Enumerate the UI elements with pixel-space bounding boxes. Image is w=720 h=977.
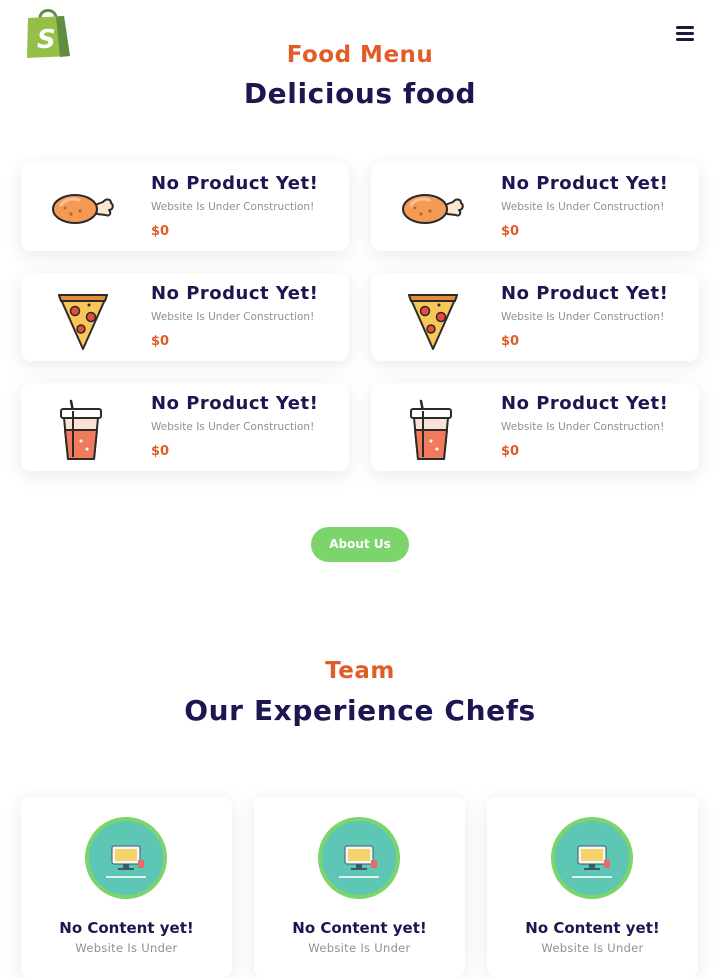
- food-card-name: No Product Yet!: [151, 173, 319, 194]
- food-card-price: $0: [501, 444, 520, 459]
- team-section-title: Our Experience Chefs: [184, 694, 536, 727]
- food-card-price: $0: [501, 224, 520, 239]
- food-card[interactable]: No Product Yet! Website Is Under Constru…: [21, 163, 349, 251]
- pizza-slice-icon: [401, 287, 465, 351]
- food-section-kicker: Food Menu: [286, 42, 434, 68]
- chef-name: No Content yet!: [525, 919, 660, 937]
- food-section-title: Delicious food: [243, 77, 477, 110]
- chef-name: No Content yet!: [59, 919, 194, 937]
- food-card-description: Website Is Under Construction!: [501, 201, 665, 213]
- drink-cup-icon: [51, 397, 115, 461]
- about-us-button[interactable]: About Us: [311, 527, 409, 562]
- drink-cup-icon: [401, 397, 465, 461]
- food-card-description: Website Is Under Construction!: [151, 311, 315, 323]
- food-card-price: $0: [151, 224, 170, 239]
- food-card-name: No Product Yet!: [501, 283, 669, 304]
- chef-card[interactable]: No Content yet! Website Is Under: [21, 797, 232, 977]
- team-section-kicker: Team: [325, 658, 395, 684]
- food-card-description: Website Is Under Construction!: [151, 421, 315, 433]
- food-card[interactable]: No Product Yet! Website Is Under Constru…: [371, 273, 699, 361]
- food-card-description: Website Is Under Construction!: [501, 421, 665, 433]
- chicken-leg-icon: [401, 177, 465, 241]
- food-card-price: $0: [151, 334, 170, 349]
- under-construction-avatar: [550, 816, 634, 900]
- under-construction-avatar: [84, 816, 168, 900]
- chef-description: Website Is Under: [75, 941, 178, 955]
- food-card-name: No Product Yet!: [501, 173, 669, 194]
- chef-description: Website Is Under: [308, 941, 411, 955]
- food-card-name: No Product Yet!: [501, 393, 669, 414]
- chef-name: No Content yet!: [292, 919, 427, 937]
- food-card[interactable]: No Product Yet! Website Is Under Constru…: [21, 273, 349, 361]
- chef-card[interactable]: No Content yet! Website Is Under: [487, 797, 698, 977]
- food-card-name: No Product Yet!: [151, 393, 319, 414]
- food-card[interactable]: No Product Yet! Website Is Under Constru…: [371, 383, 699, 471]
- food-card-description: Website Is Under Construction!: [501, 311, 665, 323]
- hamburger-menu-icon[interactable]: [672, 22, 698, 44]
- under-construction-avatar: [317, 816, 401, 900]
- food-card-price: $0: [501, 334, 520, 349]
- food-card-name: No Product Yet!: [151, 283, 319, 304]
- food-card[interactable]: No Product Yet! Website Is Under Constru…: [21, 383, 349, 471]
- pizza-slice-icon: [51, 287, 115, 351]
- food-card-price: $0: [151, 444, 170, 459]
- chef-card[interactable]: No Content yet! Website Is Under: [254, 797, 465, 977]
- chicken-leg-icon: [51, 177, 115, 241]
- food-card[interactable]: No Product Yet! Website Is Under Constru…: [371, 163, 699, 251]
- food-card-description: Website Is Under Construction!: [151, 201, 315, 213]
- chef-description: Website Is Under: [541, 941, 644, 955]
